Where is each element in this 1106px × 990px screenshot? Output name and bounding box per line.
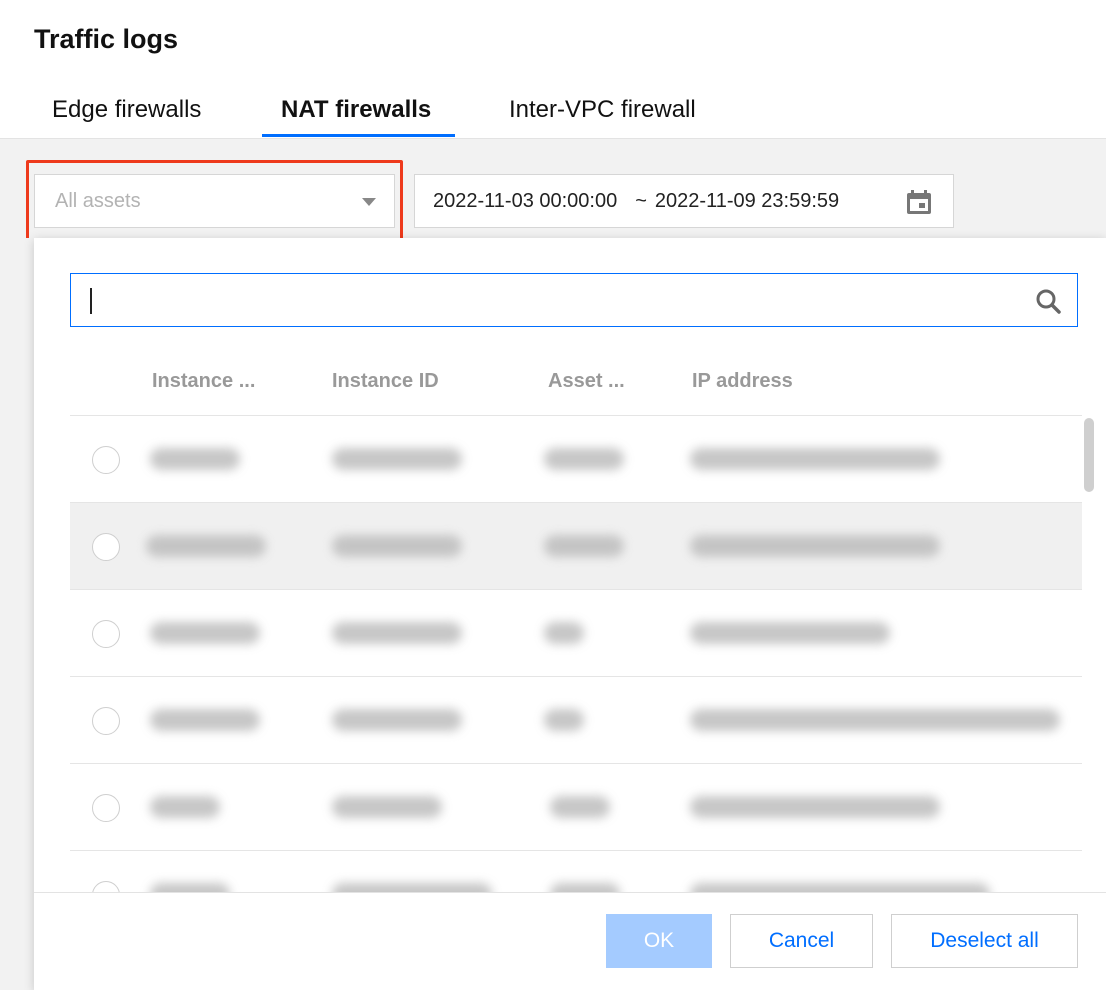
active-tab-indicator (262, 134, 455, 137)
row-radio[interactable] (92, 794, 120, 822)
redacted-cell (332, 448, 462, 470)
table-row[interactable] (70, 764, 1082, 851)
redacted-cell (544, 535, 624, 557)
redacted-cell (332, 883, 492, 892)
deselect-all-button[interactable]: Deselect all (891, 914, 1078, 968)
tab-inter-vpc-firewall[interactable]: Inter-VPC firewall (509, 96, 696, 124)
background-gutter (0, 238, 34, 990)
asset-select-placeholder: All assets (55, 189, 141, 212)
redacted-cell (550, 796, 610, 818)
table-row[interactable] (70, 677, 1082, 764)
header-area: Traffic logs Edge firewalls NAT firewall… (0, 0, 1106, 139)
tab-edge-firewalls[interactable]: Edge firewalls (52, 96, 201, 124)
redacted-cell (544, 622, 584, 644)
search-field[interactable] (70, 273, 1078, 327)
tab-nat-firewalls[interactable]: NAT firewalls (281, 96, 431, 124)
redacted-cell (690, 535, 940, 557)
redacted-cell (332, 796, 442, 818)
row-radio[interactable] (92, 881, 120, 892)
table-header: Instance ... Instance ID Asset ... IP ad… (70, 350, 1082, 416)
redacted-cell (332, 535, 462, 557)
date-range-separator: ~ (635, 189, 647, 212)
table-row[interactable] (70, 503, 1082, 590)
redacted-cell (150, 709, 260, 731)
table-row[interactable] (70, 851, 1082, 892)
ok-button[interactable]: OK (606, 914, 712, 968)
text-cursor (90, 288, 92, 314)
redacted-cell (690, 448, 940, 470)
redacted-cell (150, 448, 240, 470)
tab-bar: Edge firewalls NAT firewalls Inter-VPC f… (0, 88, 1106, 139)
redacted-cell (332, 622, 462, 644)
table-scrollbar[interactable] (1084, 418, 1094, 492)
column-header-instance-id[interactable]: Instance ID (332, 370, 439, 393)
asset-select[interactable]: All assets (34, 174, 395, 228)
date-range-picker[interactable]: 2022-11-03 00:00:00 ~ 2022-11-09 23:59:5… (414, 174, 954, 228)
row-radio[interactable] (92, 620, 120, 648)
redacted-cell (332, 709, 462, 731)
date-range-start: 2022-11-03 00:00:00 (433, 189, 618, 212)
redacted-cell (544, 448, 624, 470)
row-radio[interactable] (92, 533, 120, 561)
row-radio[interactable] (92, 707, 120, 735)
table-row[interactable] (70, 590, 1082, 677)
redacted-cell (550, 883, 620, 892)
calendar-icon[interactable] (905, 188, 933, 216)
redacted-cell (690, 709, 1060, 731)
caret-down-icon (362, 198, 376, 206)
redacted-cell (690, 622, 890, 644)
column-header-ip-address[interactable]: IP address (692, 370, 793, 393)
redacted-cell (146, 535, 266, 557)
column-header-asset-type[interactable]: Asset ... (548, 370, 625, 393)
date-range-end: 2022-11-09 23:59:59 (654, 189, 840, 212)
redacted-cell (690, 796, 940, 818)
asset-dropdown-panel: Instance ... Instance ID Asset ... IP ad… (34, 238, 1106, 990)
search-icon[interactable] (1035, 288, 1061, 314)
redacted-cell (150, 796, 220, 818)
page-title: Traffic logs (34, 24, 179, 54)
redacted-cell (690, 883, 990, 892)
row-radio[interactable] (92, 446, 120, 474)
redacted-cell (150, 622, 260, 644)
asset-table-body (70, 416, 1082, 892)
search-input[interactable] (71, 274, 1011, 326)
table-row[interactable] (70, 416, 1082, 503)
redacted-cell (544, 709, 584, 731)
dropdown-footer: OK Cancel Deselect all (34, 892, 1106, 990)
column-header-instance-name[interactable]: Instance ... (152, 370, 255, 393)
redacted-cell (150, 883, 230, 892)
cancel-button[interactable]: Cancel (730, 914, 873, 968)
